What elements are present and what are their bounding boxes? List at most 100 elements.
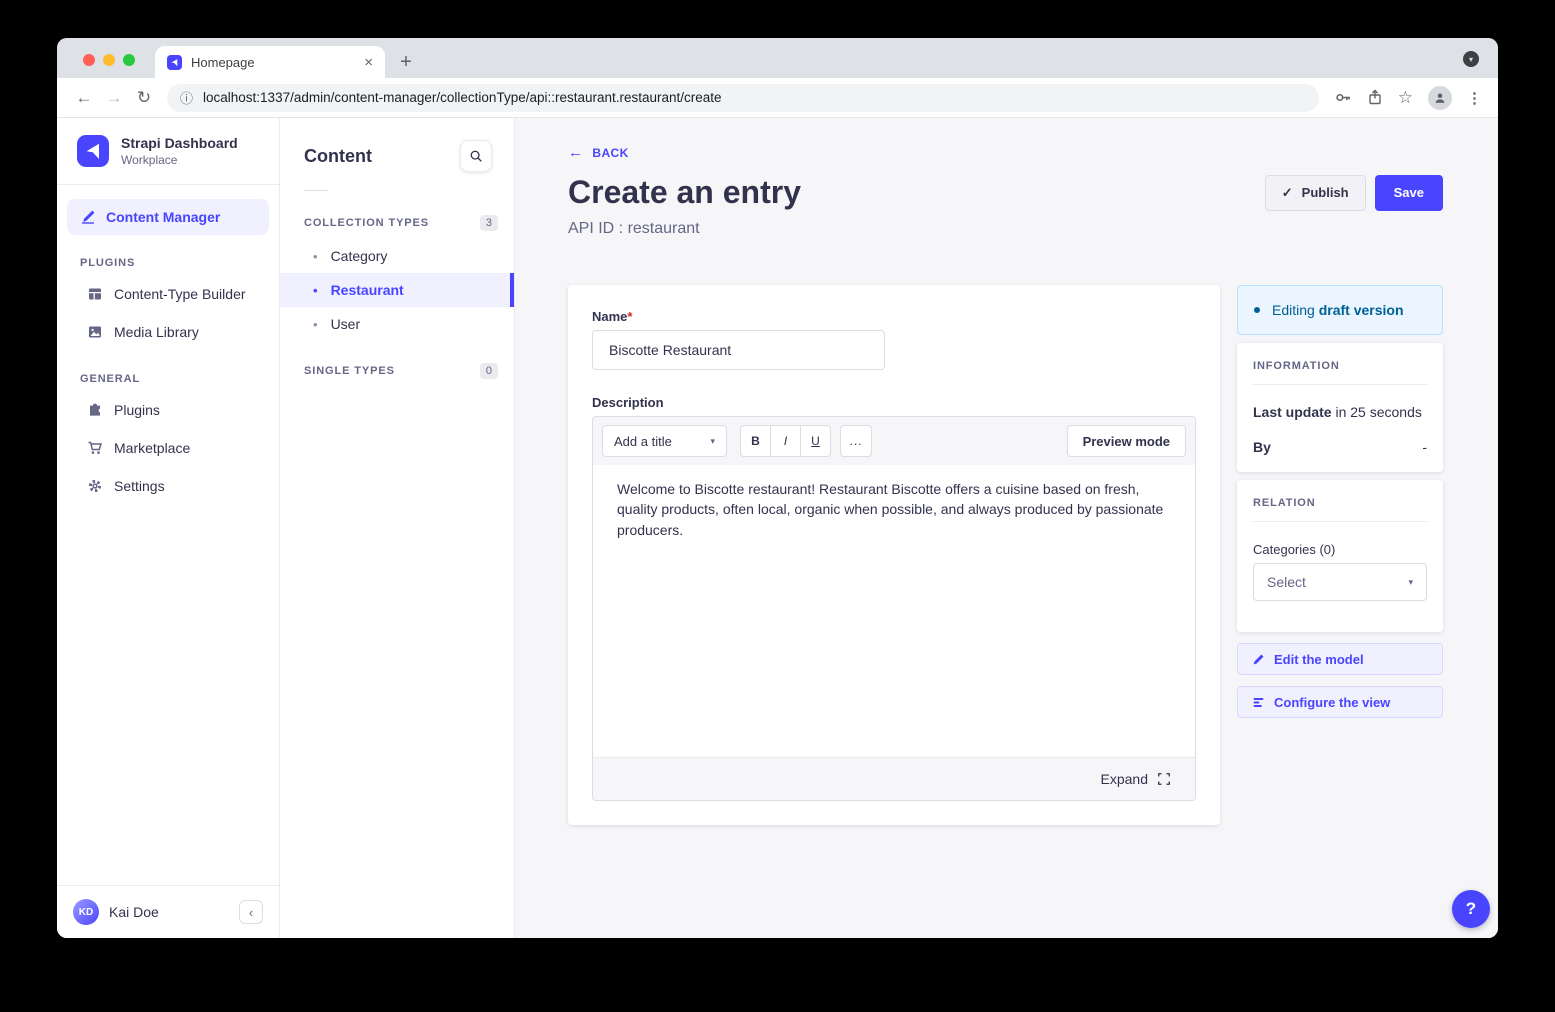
- save-button[interactable]: Save: [1375, 175, 1443, 211]
- back-nav-icon[interactable]: ←: [69, 88, 99, 108]
- draft-status-badge: Editing draft version: [1237, 285, 1443, 335]
- workspace-brand[interactable]: Strapi Dashboard Workplace: [57, 118, 279, 185]
- group-label: COLLECTION TYPES: [304, 217, 429, 229]
- bullet-icon: •: [313, 318, 318, 331]
- close-tab-icon[interactable]: ×: [364, 55, 373, 70]
- pencil-icon: [1252, 653, 1265, 666]
- forward-nav-icon[interactable]: →: [99, 88, 129, 108]
- brand-text: Strapi Dashboard Workplace: [121, 135, 238, 167]
- maximize-window-button[interactable]: [123, 54, 135, 66]
- categories-select[interactable]: Select ▾: [1253, 563, 1427, 601]
- expand-icon[interactable]: [1157, 772, 1171, 786]
- required-mark: *: [627, 309, 632, 324]
- description-editor: Add a title ▾ B I U ... Preview mode: [592, 416, 1196, 801]
- draft-status-text: Editing draft version: [1272, 302, 1404, 318]
- brand-title: Strapi Dashboard: [121, 135, 238, 153]
- subnav-item-restaurant[interactable]: • Restaurant: [280, 273, 514, 307]
- sidebar-item-content-type-builder[interactable]: Content-Type Builder: [57, 275, 279, 313]
- expand-label[interactable]: Expand: [1101, 771, 1148, 787]
- subnav-item-user[interactable]: • User: [280, 307, 514, 341]
- browser-tab[interactable]: Homepage ×: [155, 46, 385, 78]
- sidebar-item-media-library[interactable]: Media Library: [57, 313, 279, 351]
- sidebar-item-settings[interactable]: Settings: [57, 467, 279, 505]
- share-icon[interactable]: [1367, 89, 1383, 106]
- divider: [1253, 521, 1427, 522]
- publish-button[interactable]: ✓ Publish: [1265, 175, 1366, 211]
- browser-window: Homepage × + ▾ ← → ↻ ⓘ localhost:1337/ad…: [57, 38, 1498, 938]
- minimize-window-button[interactable]: [103, 54, 115, 66]
- chevron-down-icon: ▾: [710, 436, 715, 447]
- name-field[interactable]: [592, 330, 885, 370]
- back-arrow-icon: ←: [568, 144, 583, 161]
- search-icon: [469, 149, 483, 163]
- site-info-icon[interactable]: ⓘ: [180, 88, 193, 107]
- sidebar-item-label: Marketplace: [114, 440, 190, 456]
- collapse-sidebar-button[interactable]: ‹: [239, 900, 263, 924]
- avatar: KD: [73, 899, 99, 925]
- group-label: SINGLE TYPES: [304, 365, 395, 377]
- check-icon: ✓: [1282, 185, 1293, 201]
- edit-model-button[interactable]: Edit the model: [1237, 643, 1443, 675]
- subnav-item-category[interactable]: • Category: [280, 239, 514, 273]
- password-key-icon[interactable]: [1335, 89, 1352, 106]
- browser-profile-avatar[interactable]: [1428, 86, 1452, 110]
- brand-subtitle: Workplace: [121, 153, 238, 167]
- last-update-row: Last update in 25 seconds: [1253, 404, 1427, 420]
- sidebar-item-marketplace[interactable]: Marketplace: [57, 429, 279, 467]
- pencil-square-icon: [80, 209, 96, 225]
- sidebar-item-plugins[interactable]: Plugins: [57, 391, 279, 429]
- new-tab-button[interactable]: +: [391, 47, 421, 77]
- user-profile-row[interactable]: KD Kai Doe ‹: [57, 885, 279, 938]
- configure-view-button[interactable]: Configure the view: [1237, 686, 1443, 718]
- sidebar-item-content-manager[interactable]: Content Manager: [67, 199, 269, 235]
- window-controls: [83, 54, 135, 66]
- back-label: BACK: [592, 146, 628, 160]
- image-icon: [87, 324, 103, 340]
- back-link[interactable]: ← BACK: [568, 144, 1443, 161]
- help-button[interactable]: ?: [1452, 890, 1490, 928]
- strapi-favicon-icon: [167, 55, 182, 70]
- subnav-item-label: Restaurant: [331, 282, 404, 298]
- italic-button[interactable]: I: [770, 425, 801, 457]
- tab-title: Homepage: [191, 55, 355, 70]
- collection-types-header: COLLECTION TYPES 3: [280, 207, 514, 239]
- description-textarea[interactable]: Welcome to Biscotte restaurant! Restaura…: [593, 465, 1195, 757]
- tab-strip: Homepage × + ▾: [57, 38, 1498, 78]
- preview-mode-button[interactable]: Preview mode: [1067, 425, 1186, 457]
- gear-icon: [87, 478, 103, 494]
- browser-menu-icon[interactable]: ⋮: [1467, 89, 1482, 107]
- browser-toolbar: ← → ↻ ⓘ localhost:1337/admin/content-man…: [57, 78, 1498, 118]
- search-button[interactable]: [460, 140, 492, 172]
- toolbar-actions: ☆ ⋮: [1335, 86, 1482, 110]
- close-window-button[interactable]: [83, 54, 95, 66]
- sidebar-item-label: Content Manager: [106, 209, 220, 225]
- strapi-app: Strapi Dashboard Workplace Content Manag…: [57, 118, 1498, 938]
- more-formats-button[interactable]: ...: [840, 425, 872, 457]
- chevron-down-icon: ▾: [1408, 577, 1413, 588]
- bold-button[interactable]: B: [740, 425, 771, 457]
- by-row: By -: [1253, 439, 1427, 455]
- single-types-header: SINGLE TYPES 0: [280, 355, 514, 387]
- sidebar-item-label: Media Library: [114, 324, 199, 340]
- status-dot-icon: [1254, 307, 1260, 313]
- configure-lines-icon: [1252, 696, 1265, 709]
- count-badge: 0: [480, 363, 498, 379]
- information-card: INFORMATION Last update in 25 seconds By…: [1237, 343, 1443, 472]
- tab-search-icon[interactable]: ▾: [1463, 51, 1479, 67]
- content-subnav: Content COLLECTION TYPES 3 • Category • …: [280, 118, 515, 938]
- subnav-title: Content: [304, 146, 372, 167]
- underline-button[interactable]: U: [800, 425, 831, 457]
- divider: [304, 190, 328, 191]
- bookmark-star-icon[interactable]: ☆: [1398, 88, 1413, 108]
- person-icon: [1433, 91, 1447, 105]
- format-button-group: B I U: [740, 425, 831, 457]
- puzzle-icon: [87, 402, 103, 418]
- entry-aside: Editing draft version INFORMATION Last u…: [1237, 285, 1443, 718]
- main-content: ← BACK Create an entry ✓ Publish Save AP…: [515, 118, 1498, 938]
- url-bar[interactable]: ⓘ localhost:1337/admin/content-manager/c…: [167, 84, 1319, 112]
- user-name: Kai Doe: [109, 904, 229, 920]
- title-style-select[interactable]: Add a title ▾: [602, 425, 727, 457]
- reload-icon[interactable]: ↻: [129, 88, 159, 108]
- page-title: Create an entry: [568, 174, 801, 211]
- information-title: INFORMATION: [1253, 360, 1427, 372]
